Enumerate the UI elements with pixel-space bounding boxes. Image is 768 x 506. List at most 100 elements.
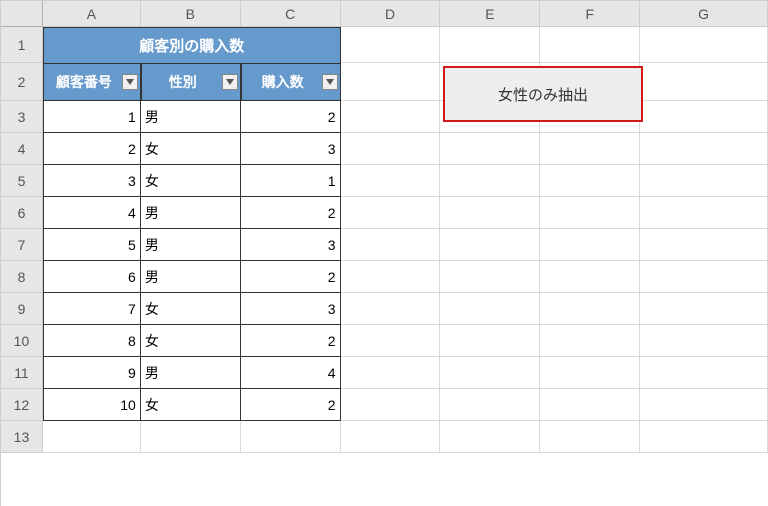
data-id[interactable]: 4 <box>43 197 141 229</box>
cell-F4[interactable] <box>540 133 640 165</box>
filter-female-button[interactable]: 女性のみ抽出 <box>443 66 643 122</box>
data-gender[interactable]: 男 <box>141 357 241 389</box>
data-id[interactable]: 10 <box>43 389 141 421</box>
cell-F7[interactable] <box>540 229 640 261</box>
cell-B13[interactable] <box>141 421 241 453</box>
cell-D1[interactable] <box>341 27 441 63</box>
data-qty[interactable]: 2 <box>241 325 341 357</box>
cell-F12[interactable] <box>540 389 640 421</box>
data-id[interactable]: 7 <box>43 293 141 325</box>
cell-E9[interactable] <box>440 293 540 325</box>
cell-D9[interactable] <box>341 293 441 325</box>
cell-E13[interactable] <box>440 421 540 453</box>
cell-F1[interactable] <box>540 27 640 63</box>
row-header-11[interactable]: 11 <box>1 357 43 389</box>
cell-E8[interactable] <box>440 261 540 293</box>
cell-D7[interactable] <box>341 229 441 261</box>
table-header-1[interactable]: 顧客番号 <box>43 63 141 101</box>
row-header-2[interactable]: 2 <box>1 63 43 101</box>
data-id[interactable]: 6 <box>43 261 141 293</box>
data-gender[interactable]: 女 <box>141 293 241 325</box>
cell-G10[interactable] <box>640 325 768 357</box>
table-header-2[interactable]: 性別 <box>141 63 241 101</box>
cell-G11[interactable] <box>640 357 768 389</box>
row-header-1[interactable]: 1 <box>1 27 43 63</box>
data-id[interactable]: 1 <box>43 101 141 133</box>
data-qty[interactable]: 2 <box>241 261 341 293</box>
cell-F8[interactable] <box>540 261 640 293</box>
data-id[interactable]: 2 <box>43 133 141 165</box>
cell-D13[interactable] <box>341 421 441 453</box>
row-header-6[interactable]: 6 <box>1 197 43 229</box>
filter-dropdown-icon[interactable] <box>222 74 238 90</box>
cell-D12[interactable] <box>341 389 441 421</box>
cell-E12[interactable] <box>440 389 540 421</box>
col-header-F[interactable]: F <box>540 1 640 27</box>
cell-E10[interactable] <box>440 325 540 357</box>
cell-G12[interactable] <box>640 389 768 421</box>
data-id[interactable]: 9 <box>43 357 141 389</box>
filter-dropdown-icon[interactable] <box>322 74 338 90</box>
row-header-10[interactable]: 10 <box>1 325 43 357</box>
cell-F6[interactable] <box>540 197 640 229</box>
row-header-9[interactable]: 9 <box>1 293 43 325</box>
cell-D6[interactable] <box>341 197 441 229</box>
col-header-G[interactable]: G <box>640 1 768 27</box>
cell-G4[interactable] <box>640 133 768 165</box>
data-qty[interactable]: 3 <box>241 229 341 261</box>
cell-F9[interactable] <box>540 293 640 325</box>
cell-G7[interactable] <box>640 229 768 261</box>
col-header-E[interactable]: E <box>440 1 540 27</box>
row-header-13[interactable]: 13 <box>1 421 43 453</box>
data-id[interactable]: 3 <box>43 165 141 197</box>
cell-D8[interactable] <box>341 261 441 293</box>
cell-D11[interactable] <box>341 357 441 389</box>
cell-E4[interactable] <box>440 133 540 165</box>
data-gender[interactable]: 男 <box>141 261 241 293</box>
cell-C13[interactable] <box>241 421 341 453</box>
data-qty[interactable]: 2 <box>241 101 341 133</box>
col-header-B[interactable]: B <box>141 1 241 27</box>
data-gender[interactable]: 男 <box>141 197 241 229</box>
cell-F10[interactable] <box>540 325 640 357</box>
data-gender[interactable]: 女 <box>141 389 241 421</box>
table-header-3[interactable]: 購入数 <box>241 63 341 101</box>
data-gender[interactable]: 女 <box>141 133 241 165</box>
cell-E11[interactable] <box>440 357 540 389</box>
cell-E6[interactable] <box>440 197 540 229</box>
cell-E5[interactable] <box>440 165 540 197</box>
data-id[interactable]: 5 <box>43 229 141 261</box>
cell-A13[interactable] <box>43 421 141 453</box>
data-qty[interactable]: 2 <box>241 197 341 229</box>
select-all-corner[interactable] <box>1 1 43 27</box>
data-qty[interactable]: 1 <box>241 165 341 197</box>
data-qty[interactable]: 2 <box>241 389 341 421</box>
col-header-A[interactable]: A <box>43 1 141 27</box>
row-header-8[interactable]: 8 <box>1 261 43 293</box>
cell-G1[interactable] <box>640 27 768 63</box>
cell-G8[interactable] <box>640 261 768 293</box>
cell-F13[interactable] <box>540 421 640 453</box>
data-gender[interactable]: 男 <box>141 229 241 261</box>
data-qty[interactable]: 3 <box>241 293 341 325</box>
row-header-5[interactable]: 5 <box>1 165 43 197</box>
cell-D4[interactable] <box>341 133 441 165</box>
cell-D10[interactable] <box>341 325 441 357</box>
row-header-4[interactable]: 4 <box>1 133 43 165</box>
data-id[interactable]: 8 <box>43 325 141 357</box>
col-header-D[interactable]: D <box>341 1 441 27</box>
cell-E1[interactable] <box>440 27 540 63</box>
cell-F5[interactable] <box>540 165 640 197</box>
cell-G3[interactable] <box>640 101 768 133</box>
filter-dropdown-icon[interactable] <box>122 74 138 90</box>
cell-G2[interactable] <box>640 63 768 101</box>
cell-D5[interactable] <box>341 165 441 197</box>
table-title[interactable]: 顧客別の購入数 <box>43 27 341 63</box>
cell-D3[interactable] <box>341 101 441 133</box>
data-gender[interactable]: 女 <box>141 325 241 357</box>
cell-G5[interactable] <box>640 165 768 197</box>
data-qty[interactable]: 3 <box>241 133 341 165</box>
data-qty[interactable]: 4 <box>241 357 341 389</box>
cell-E7[interactable] <box>440 229 540 261</box>
cell-G6[interactable] <box>640 197 768 229</box>
